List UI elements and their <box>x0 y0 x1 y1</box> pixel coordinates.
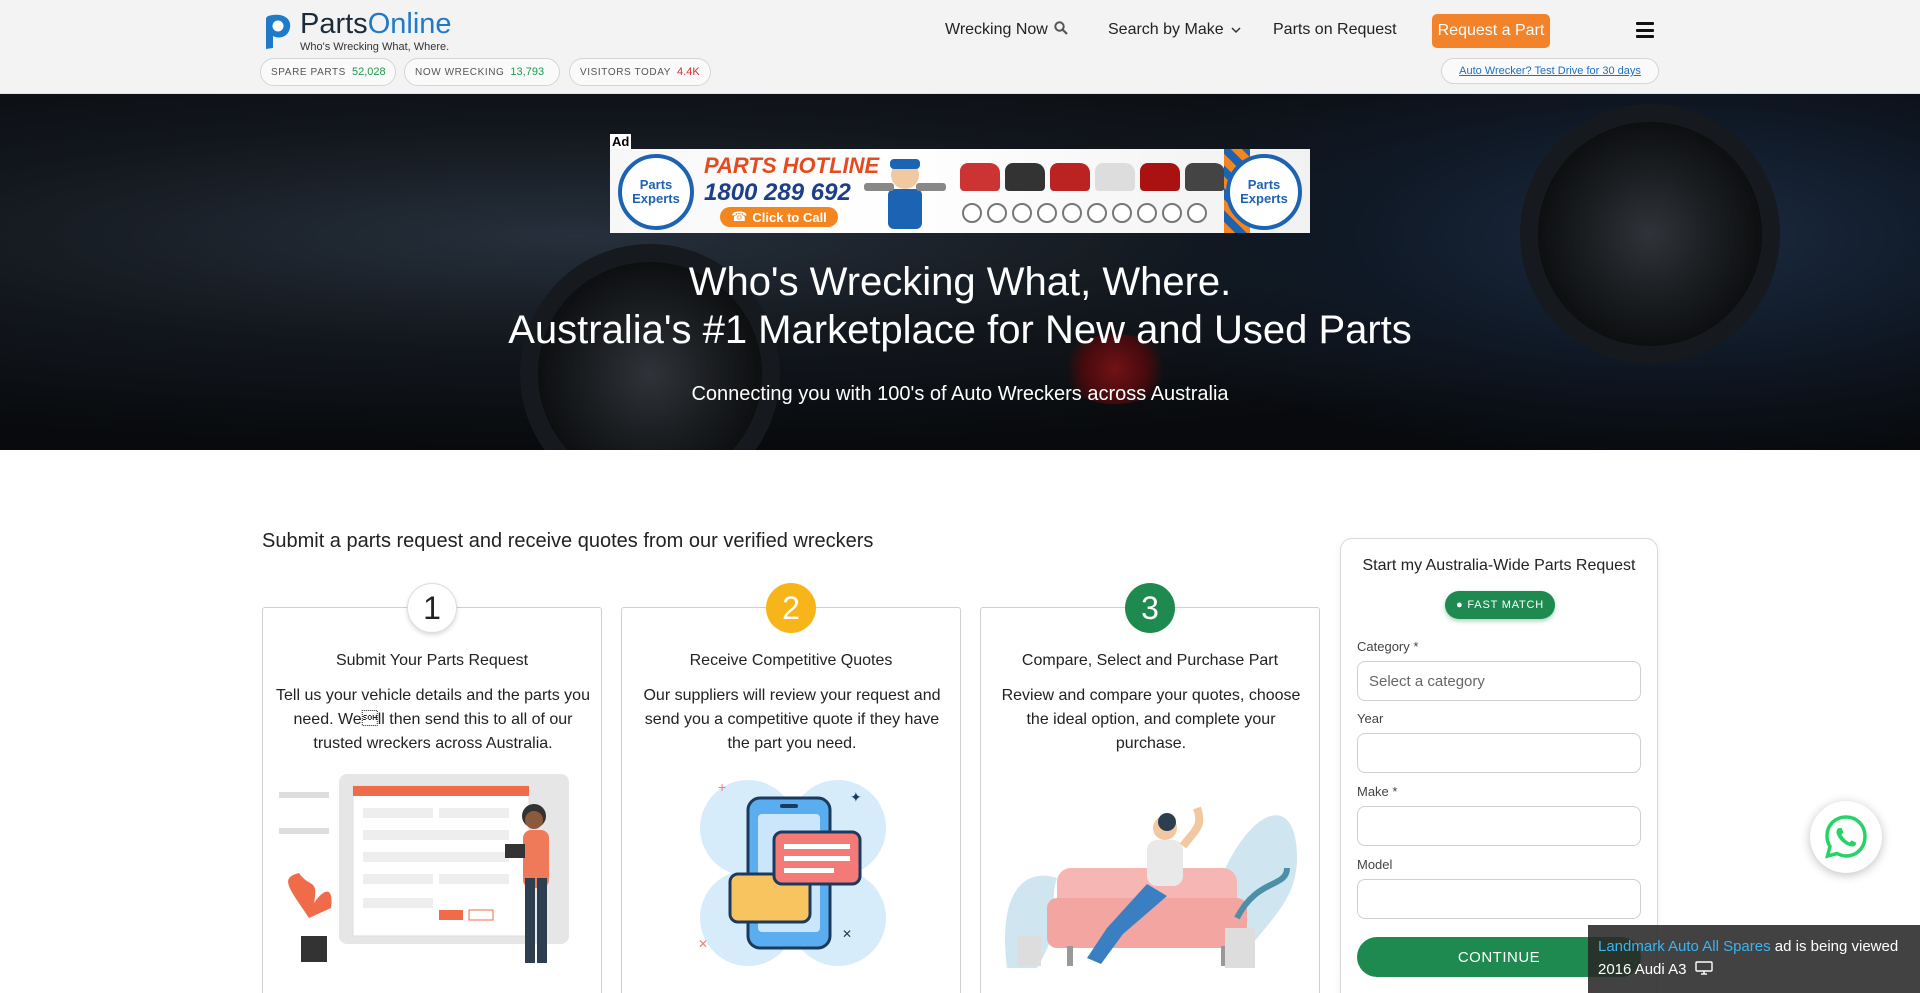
svg-text:✕: ✕ <box>698 937 708 951</box>
year-input[interactable] <box>1357 733 1641 773</box>
step-title: Submit Your Parts Request <box>335 652 529 669</box>
chat-quotes-illustration: + ✦ ✕ ✕ <box>698 779 886 966</box>
menu-icon[interactable] <box>1636 22 1654 38</box>
step-number: 1 <box>407 583 457 633</box>
ad-hotline: PARTS HOTLINE <box>704 153 880 178</box>
ad-phone: 1800 289 692 <box>704 179 851 206</box>
step-description: Our suppliers will review your request a… <box>643 687 941 752</box>
ad-brand-logo <box>1012 203 1032 223</box>
svg-text:✕: ✕ <box>842 927 852 941</box>
whatsapp-button[interactable] <box>1810 801 1882 873</box>
nav-search-by-make[interactable]: Search by Make <box>1108 21 1241 39</box>
category-select[interactable]: Select a category <box>1357 661 1641 701</box>
ad-car <box>1095 163 1135 191</box>
ad-car <box>1140 163 1180 191</box>
ad-badge-logo: Parts Experts <box>1226 154 1302 230</box>
step-card: Compare, Select and Purchase Part Review… <box>980 607 1320 993</box>
make-input[interactable] <box>1357 806 1641 846</box>
hero-subtitle: Connecting you with 100's of Auto Wrecke… <box>691 383 1229 405</box>
toast-vehicle: 2016 Audi A3 <box>1598 961 1687 978</box>
nav-wrecking-now[interactable]: Wrecking Now <box>945 21 1069 39</box>
category-label: Category * <box>1357 639 1419 654</box>
phone-icon: ☎ <box>731 209 748 224</box>
stat-visitors-today: VISITORS TODAY 4.4K <box>569 58 711 86</box>
ad-brand-logo <box>1062 203 1082 223</box>
ad-label: Ad <box>610 134 632 149</box>
desktop-icon <box>1694 961 1713 975</box>
request-part-button[interactable]: Request a Part <box>1432 14 1550 48</box>
stat-spare-parts: SPARE PARTS 52,028 <box>260 58 396 86</box>
toast-wrecker-link[interactable]: Landmark Auto All Spares <box>1598 938 1771 955</box>
ad-car <box>1185 163 1225 191</box>
step-description: Review and compare your quotes, choose t… <box>1001 687 1301 752</box>
step-card: Receive Competitive Quotes Our suppliers… <box>621 607 961 993</box>
hero-title-line1: Who's Wrecking What, Where. <box>688 260 1232 304</box>
svg-text:+: + <box>718 779 726 795</box>
ad-brand-logo <box>1087 203 1107 223</box>
relaxing-person-illustration <box>1005 806 1297 968</box>
toast-text: ad is being viewed <box>1774 938 1899 955</box>
ad-mechanic-illustration <box>860 153 950 231</box>
step-title: Compare, Select and Purchase Part <box>1021 652 1279 669</box>
chevron-down-icon <box>1231 27 1241 34</box>
hero-title-line2: Australia's #1 Marketplace for New and U… <box>508 308 1412 352</box>
site-header: PartsOnline Who's Wrecking What, Where. … <box>0 0 1920 94</box>
year-label: Year <box>1357 711 1384 726</box>
ad-brand-logo <box>1137 203 1157 223</box>
ad-badge-logo: Parts Experts <box>618 154 694 230</box>
nav-parts-on-request[interactable]: Parts on Request <box>1273 21 1397 39</box>
step-description: Tell us your vehicle details and the par… <box>276 687 590 752</box>
steps-section-title: Submit a parts request and receive quote… <box>262 530 874 552</box>
step-number: 2 <box>766 583 816 633</box>
svg-text:✦: ✦ <box>850 789 862 805</box>
ad-call-button[interactable]: ☎ Click to Call <box>720 207 838 227</box>
promo-link[interactable]: Auto Wrecker? Test Drive for 30 days <box>1441 58 1659 84</box>
fast-match-badge: ● FAST MATCH <box>1445 591 1555 619</box>
make-label: Make * <box>1357 784 1398 799</box>
step-title: Receive Competitive Quotes <box>689 652 893 669</box>
model-label: Model <box>1357 857 1393 872</box>
model-input[interactable] <box>1357 879 1641 919</box>
form-illustration <box>279 774 569 963</box>
ad-banner[interactable]: Parts Experts PARTS HOTLINE 1800 289 692… <box>610 149 1310 233</box>
main-nav: Wrecking Now Search by Make Parts on Req… <box>0 12 1920 48</box>
ad-brand-logo <box>1187 203 1207 223</box>
ad-brand-logo <box>962 203 982 223</box>
ad-brand-logo <box>1037 203 1057 223</box>
ad-brand-logo <box>1112 203 1132 223</box>
ad-car <box>1005 163 1045 191</box>
ad-car <box>960 163 1000 191</box>
lightning-icon: ● <box>1455 599 1464 611</box>
step-number: 3 <box>1125 583 1175 633</box>
step-card: Submit Your Parts Request Tell us your v… <box>262 607 602 993</box>
form-title: Start my Australia-Wide Parts Request <box>1362 557 1636 574</box>
stat-now-wrecking: NOW WRECKING 13,793 <box>404 58 560 86</box>
search-icon <box>1054 21 1069 35</box>
ad-viewed-toast: Landmark Auto All Spares ad is being vie… <box>1588 925 1920 993</box>
whatsapp-icon <box>1825 815 1867 859</box>
ad-brand-logo <box>1162 203 1182 223</box>
ad-brand-logo <box>987 203 1007 223</box>
hero-banner: Ad Parts Experts PARTS HOTLINE 1800 289 … <box>0 94 1920 450</box>
ad-car <box>1050 163 1090 191</box>
